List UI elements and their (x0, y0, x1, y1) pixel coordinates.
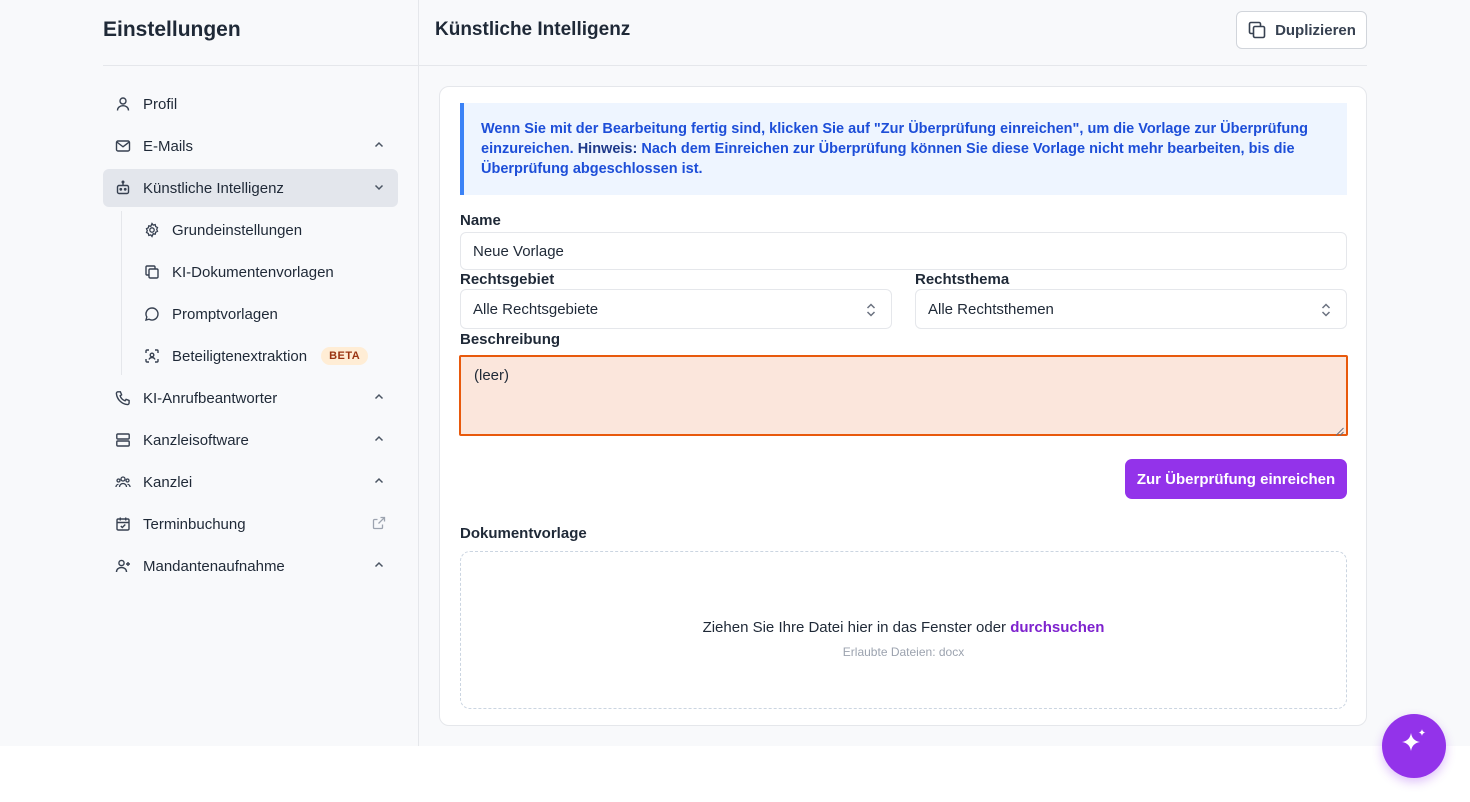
sidebar-item-ki-anrufbeantworter[interactable]: KI-Anrufbeantworter (103, 379, 398, 417)
rechtsgebiet-select[interactable]: Alle Rechtsgebiete (460, 289, 892, 329)
calendar-icon (115, 516, 131, 532)
duplicate-label: Duplizieren (1275, 21, 1356, 39)
chat-bubble-icon (144, 306, 160, 322)
rechtsgebiet-value: Alle Rechtsgebiete (473, 300, 599, 318)
duplicate-button[interactable]: Duplizieren (1236, 11, 1367, 49)
sidebar-item-label: Beteiligtenextraktion (172, 347, 308, 365)
beschreibung-textarea[interactable]: (leer) (459, 355, 1348, 436)
sidebar-item-mandantenaufnahme[interactable]: Mandantenaufnahme (103, 547, 398, 585)
rechtsthema-value: Alle Rechtsthemen (928, 300, 1054, 318)
scan-icon (144, 348, 160, 364)
settings-app: Einstellungen Profil E-Mails Künstliche … (0, 0, 1470, 746)
notice-bold: Hinweis: (577, 141, 638, 157)
dropzone-text-row: Ziehen Sie Ihre Datei hier in das Fenste… (461, 619, 1346, 636)
robot-icon (115, 180, 131, 196)
sidebar-item-label: Kanzlei (143, 473, 193, 491)
sidebar-item-promptvorlagen[interactable]: Promptvorlagen (144, 295, 398, 333)
page-title: Künstliche Intelligenz (435, 19, 631, 40)
sidebar-item-ki-dokumentenvorlagen[interactable]: KI-Dokumentenvorlagen (144, 253, 398, 291)
sidebar-item-label: Mandantenaufnahme (143, 557, 285, 575)
submit-review-button[interactable]: Zur Überprüfung einreichen (1125, 459, 1347, 499)
rechtsgebiet-label: Rechtsgebiet (460, 271, 555, 288)
resize-handle-icon[interactable] (1335, 423, 1344, 436)
ai-assistant-button[interactable] (1382, 714, 1446, 778)
info-notice: Wenn Sie mit der Bearbeitung fertig sind… (460, 103, 1347, 195)
chevron-up-icon (372, 432, 386, 446)
sparkle-icon (1396, 726, 1432, 767)
beschreibung-label: Beschreibung (460, 331, 561, 348)
sidebar-item-grundeinstellungen[interactable]: Grundeinstellungen (144, 211, 398, 249)
sidebar-item-label: Promptvorlagen (172, 305, 278, 323)
template-form-card: Wenn Sie mit der Bearbeitung fertig sind… (439, 86, 1367, 726)
name-label: Name (460, 212, 501, 229)
user-plus-icon (115, 558, 131, 574)
dropzone-hint: Erlaubte Dateien: docx (842, 645, 965, 659)
sidebar-item-kanzlei[interactable]: Kanzlei (103, 463, 398, 501)
sidebar-item-label: Terminbuchung (143, 515, 246, 533)
mail-icon (115, 138, 131, 154)
copy-icon (1247, 20, 1267, 40)
phone-icon (115, 390, 131, 406)
sidebar-submenu: Grundeinstellungen KI-Dokumentenvorlagen… (121, 211, 398, 375)
sidebar-nav: Profil E-Mails Künstliche Intelligenz Gr… (103, 85, 398, 589)
sidebar-item-label: KI-Dokumentenvorlagen (172, 263, 334, 281)
chevron-up-down-icon (863, 301, 879, 319)
sidebar-item-beteiligtenextraktion[interactable]: Beteiligtenextraktion BETA (144, 337, 398, 375)
sidebar-item-label: Kanzleisoftware (143, 431, 249, 449)
sidebar-item-emails[interactable]: E-Mails (103, 127, 398, 165)
sidebar-item-label: Grundeinstellungen (172, 221, 303, 239)
chevron-up-down-icon (1318, 301, 1334, 319)
copy-icon (144, 264, 160, 280)
user-icon (115, 96, 131, 112)
sidebar-item-terminbuchung[interactable]: Terminbuchung (103, 505, 398, 543)
sidebar-divider (418, 0, 419, 746)
sidebar-title: Einstellungen (103, 18, 241, 41)
header-divider (103, 65, 1367, 66)
beschreibung-value: (leer) (474, 367, 510, 384)
sidebar: Einstellungen Profil E-Mails Künstliche … (103, 0, 418, 746)
chevron-up-icon (372, 390, 386, 404)
chevron-up-icon (372, 558, 386, 572)
external-link-icon (372, 516, 386, 530)
server-icon (115, 432, 131, 448)
rechtsthema-select[interactable]: Alle Rechtsthemen (915, 289, 1347, 329)
chevron-down-icon (372, 180, 386, 194)
chevron-up-icon (372, 474, 386, 488)
gear-icon (144, 222, 160, 238)
dropzone-text: Ziehen Sie Ihre Datei hier in das Fenste… (702, 619, 1007, 636)
dokumentvorlage-label: Dokumentvorlage (460, 525, 587, 542)
file-dropzone[interactable]: Ziehen Sie Ihre Datei hier in das Fenste… (460, 551, 1347, 709)
beta-badge: BETA (321, 347, 369, 365)
sidebar-item-kanzleisoftware[interactable]: Kanzleisoftware (103, 421, 398, 459)
sidebar-item-kuenstliche-intelligenz[interactable]: Künstliche Intelligenz (103, 169, 398, 207)
sidebar-item-profil[interactable]: Profil (103, 85, 398, 123)
sidebar-item-label: KI-Anrufbeantworter (143, 389, 278, 407)
sidebar-item-label: Künstliche Intelligenz (143, 179, 284, 197)
sidebar-item-label: E-Mails (143, 137, 194, 155)
browse-link[interactable]: durchsuchen (1010, 619, 1104, 636)
rechtsthema-label: Rechtsthema (915, 271, 1010, 288)
name-input[interactable]: Neue Vorlage (460, 232, 1347, 270)
sidebar-item-label: Profil (143, 95, 178, 113)
chevron-up-icon (372, 138, 386, 152)
users-icon (115, 474, 131, 490)
